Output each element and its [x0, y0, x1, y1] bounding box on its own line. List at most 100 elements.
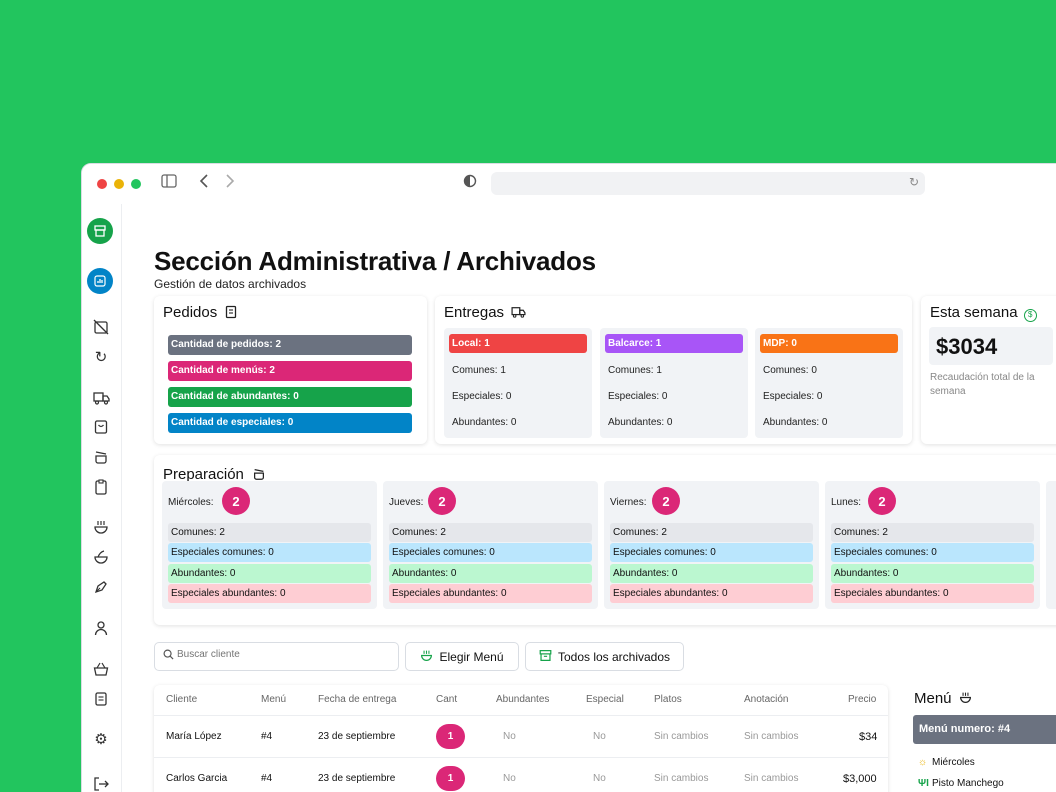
salad-icon[interactable] [90, 546, 112, 568]
entrega-especiales: Especiales: 0 [452, 391, 512, 402]
bowl-icon [420, 649, 433, 665]
cell-cant: 1 [436, 766, 465, 791]
prep-comunes: Comunes: 2 [168, 523, 371, 542]
entrega-group-local: Local: 1 Comunes: 1 Especiales: 0 Abunda… [444, 328, 592, 438]
prep-day-jueves: Jueves: 2 Comunes: 2 Especiales comunes:… [383, 481, 598, 609]
prep-count-badge: 2 [222, 487, 250, 515]
cell-especial: No [593, 731, 606, 742]
reload-icon[interactable]: ↻ [909, 175, 919, 189]
forward-icon[interactable] [225, 174, 235, 194]
calendar-off-icon[interactable] [90, 316, 112, 338]
elegir-menu-label: Elegir Menú [439, 649, 504, 664]
prep-abundantes: Abundantes: 0 [831, 564, 1034, 583]
column-header[interactable]: Menú [261, 694, 286, 705]
cell-fecha: 23 de septiembre [318, 731, 396, 742]
table-row[interactable]: María López #4 23 de septiembre 1 No No … [154, 715, 888, 757]
prep-day-label: Miércoles: [168, 497, 214, 508]
column-header[interactable]: Fecha de entrega [318, 694, 396, 705]
menu-number-header: Menú numero: #4 [913, 715, 1056, 744]
user-icon[interactable] [90, 617, 112, 639]
cell-fecha: 23 de septiembre [318, 773, 396, 784]
todos-archivados-button[interactable]: Todos los archivados [525, 642, 684, 671]
cell-precio: $3,000 [843, 773, 877, 785]
prep-count-badge: 2 [428, 487, 456, 515]
entrega-group-mdp: MDP: 0 Comunes: 0 Especiales: 0 Abundant… [755, 328, 903, 438]
address-bar[interactable]: ↻ [491, 172, 925, 195]
prep-especiales-abundantes: Especiales abundantes: 0 [389, 584, 592, 603]
column-header[interactable]: Especial [586, 694, 624, 705]
logout-icon[interactable] [90, 773, 112, 792]
page-title: Sección Administrativa / Archivados [154, 246, 596, 276]
truck-icon[interactable] [90, 387, 112, 409]
basket-icon[interactable] [90, 658, 112, 680]
cell-platos: Sin cambios [654, 731, 709, 742]
pen-icon[interactable] [90, 576, 112, 598]
close-window-button[interactable] [97, 179, 107, 189]
cell-platos: Sin cambios [654, 773, 709, 784]
search-input[interactable] [177, 649, 387, 660]
prep-day-label: Lunes: [831, 497, 862, 508]
prep-abundantes: Abundantes: 0 [389, 564, 592, 583]
prep-count-badge: 2 [652, 487, 680, 515]
sidebar-toggle-icon[interactable] [161, 174, 177, 194]
column-header[interactable]: Cliente [166, 694, 197, 705]
shield-icon[interactable] [463, 174, 477, 194]
cell-cant: 1 [436, 724, 465, 749]
prep-day-label: Jueves: [389, 497, 424, 508]
clipboard-icon[interactable] [90, 476, 112, 498]
column-header[interactable]: Platos [654, 694, 682, 705]
weekly-revenue-caption: Recaudación total de la semana [930, 372, 1035, 397]
cell-abundantes: No [503, 731, 516, 742]
menus-count: Cantidad de menús: 2 [168, 361, 412, 381]
elegir-menu-button[interactable]: Elegir Menú [405, 642, 519, 671]
entregas-card: Entregas Local: 1 Comunes: 1 Especiales:… [435, 296, 912, 444]
entregas-title: Entregas [444, 304, 526, 322]
entrega-comunes: Comunes: 1 [452, 365, 506, 376]
cell-menu: #4 [261, 731, 273, 742]
entrega-abundantes: Abundantes: 0 [763, 417, 828, 428]
maximize-window-button[interactable] [131, 179, 141, 189]
column-header[interactable]: Precio [848, 694, 876, 705]
pedidos-count: Cantidad de pedidos: 2 [168, 335, 412, 355]
archive-icon [539, 649, 552, 665]
pot-icon[interactable] [90, 446, 112, 468]
store-icon[interactable] [87, 218, 113, 244]
prep-especiales-abundantes: Especiales abundantes: 0 [610, 584, 813, 603]
pedidos-card: Pedidos Cantidad de pedidos: 2 Cantidad … [154, 296, 427, 444]
entrega-comunes: Comunes: 1 [608, 365, 662, 376]
prep-especiales-comunes: Especiales comunes: 0 [831, 543, 1034, 562]
prep-count-badge: 2 [868, 487, 896, 515]
column-header[interactable]: Abundantes [496, 694, 549, 705]
prep-day-lunes: Lunes: 2 Comunes: 2 Especiales comunes: … [825, 481, 1040, 609]
entrega-group-balcarce: Balcarce: 1 Comunes: 1 Especiales: 0 Abu… [600, 328, 748, 438]
prep-day-miercoles: Miércoles: 2 Comunes: 2 Especiales comun… [162, 481, 377, 609]
chart-icon[interactable] [87, 268, 113, 294]
entrega-head: MDP: 0 [760, 334, 898, 353]
browser-window: ↻ ↻ ⚙ Sección Administrativa / Archivado… [81, 163, 1056, 792]
bowl-icon[interactable] [90, 516, 112, 538]
refresh-icon[interactable]: ↻ [90, 346, 112, 368]
column-header[interactable]: Anotación [744, 694, 788, 705]
minimize-window-button[interactable] [114, 179, 124, 189]
shopping-bag-icon[interactable] [90, 416, 112, 438]
semana-title: Esta semana $ [930, 304, 1037, 322]
prep-especiales-comunes: Especiales comunes: 0 [610, 543, 813, 562]
entrega-head: Local: 1 [449, 334, 587, 353]
table-row[interactable]: Carlos Garcia #4 23 de septiembre 1 No N… [154, 757, 888, 792]
pedidos-title: Pedidos [163, 304, 237, 323]
prep-comunes: Comunes: 2 [610, 523, 813, 542]
entrega-comunes: Comunes: 0 [763, 365, 817, 376]
prep-abundantes: Abundantes: 0 [610, 564, 813, 583]
back-icon[interactable] [199, 174, 209, 194]
sidebar: ↻ ⚙ [82, 204, 122, 792]
truck-icon [511, 305, 526, 322]
search-box[interactable] [154, 642, 399, 671]
prep-day-label: Viernes: [610, 497, 647, 508]
entrega-abundantes: Abundantes: 0 [452, 417, 517, 428]
settings-icon[interactable]: ⚙ [90, 728, 112, 750]
menu-day: ☼ Miércoles [918, 757, 975, 768]
prep-comunes: Comunes: 2 [389, 523, 592, 542]
pedidos-table: Cliente Menú Fecha de entrega Cant Abund… [154, 685, 888, 792]
scroll-icon[interactable] [90, 688, 112, 710]
column-header[interactable]: Cant [436, 694, 457, 705]
